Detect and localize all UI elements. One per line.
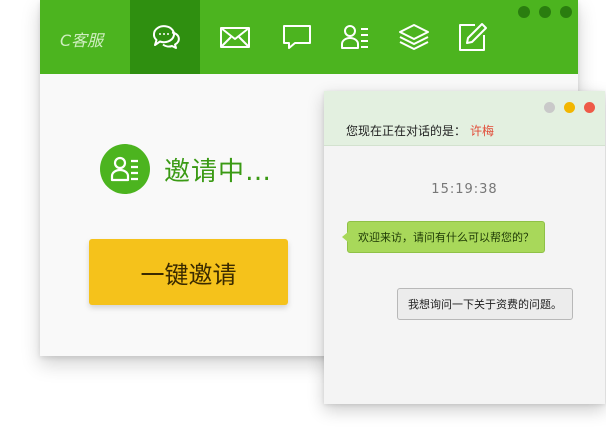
contact-card-icon bbox=[100, 144, 150, 194]
tab-chat[interactable] bbox=[130, 0, 200, 74]
chat-minimize-button[interactable] bbox=[544, 102, 555, 113]
one-click-invite-button[interactable]: 一键邀请 bbox=[89, 239, 288, 305]
chat-window-controls bbox=[544, 102, 595, 113]
message-timestamp: 15:19:38 bbox=[431, 182, 498, 197]
edit-icon bbox=[459, 23, 487, 51]
message-icon bbox=[283, 25, 311, 49]
agent-message: 欢迎来访，请问有什么可以帮您的？ bbox=[342, 221, 545, 253]
app-logo: C客服 bbox=[60, 31, 104, 50]
maximize-button[interactable] bbox=[539, 6, 551, 18]
chat-maximize-button[interactable] bbox=[564, 102, 575, 113]
invite-status: 邀请中… bbox=[100, 144, 272, 194]
chat-window: 您现在正在对话的是： 许梅 15:19:38 欢迎来访，请问有什么可以帮您的？ 我… bbox=[324, 91, 605, 404]
close-button[interactable] bbox=[560, 6, 572, 18]
chat-header: 您现在正在对话的是： 许梅 bbox=[324, 91, 605, 146]
contact-list-icon bbox=[341, 25, 368, 49]
window-controls bbox=[518, 6, 572, 18]
visitor-message: 我想询问一下关于资费的问题。 bbox=[397, 288, 573, 320]
layers-icon bbox=[399, 24, 429, 50]
chat-close-button[interactable] bbox=[584, 102, 595, 113]
chat-title: 您现在正在对话的是： 许梅 bbox=[346, 122, 494, 139]
invite-status-text: 邀请中… bbox=[164, 156, 273, 187]
toolbar: C客服 bbox=[40, 0, 578, 74]
tab-edit[interactable] bbox=[437, 0, 507, 74]
contact-name: 许梅 bbox=[470, 124, 495, 138]
chat-bubbles-icon bbox=[152, 25, 180, 49]
chat-title-prefix: 您现在正在对话的是： bbox=[346, 124, 467, 138]
minimize-button[interactable] bbox=[518, 6, 530, 18]
tab-mail[interactable] bbox=[200, 0, 270, 74]
mail-icon bbox=[220, 27, 250, 48]
